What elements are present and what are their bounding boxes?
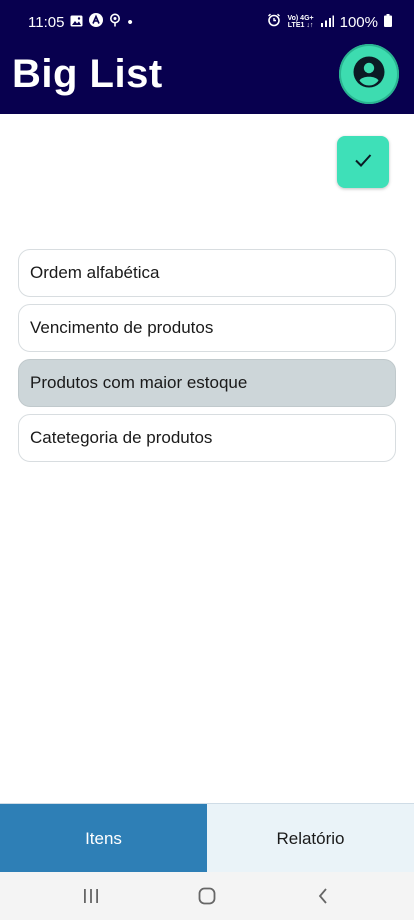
- bottom-nav: Itens Relatório: [0, 803, 414, 873]
- status-dot: •: [127, 13, 133, 31]
- recents-icon[interactable]: [79, 884, 103, 908]
- battery-text: 100%: [339, 13, 378, 31]
- system-navigation-bar: [0, 872, 414, 920]
- signal-icon: [320, 14, 334, 31]
- tab-relatorio[interactable]: Relatório: [207, 804, 414, 873]
- profile-button[interactable]: [339, 44, 399, 104]
- network-indicator: Vo) 4G+ LTE1 ↓↑: [287, 15, 313, 29]
- home-icon[interactable]: [195, 884, 219, 908]
- check-icon: [352, 149, 374, 176]
- app-title: Big List: [12, 52, 163, 96]
- status-right: Vo) 4G+ LTE1 ↓↑ 100%: [267, 13, 392, 31]
- sort-option-label: Ordem alfabética: [30, 263, 160, 282]
- gallery-icon: [70, 14, 83, 31]
- sort-option-label: Vencimento de produtos: [30, 318, 214, 337]
- sort-option-category[interactable]: Catetegoria de produtos: [18, 414, 396, 462]
- back-icon[interactable]: [311, 884, 335, 908]
- sort-options-list: Ordem alfabética Vencimento de produtos …: [18, 249, 396, 469]
- location-icon: [109, 13, 121, 31]
- app-a-icon: [89, 13, 104, 31]
- sort-option-label: Catetegoria de produtos: [30, 428, 213, 447]
- network-bottom-text: LTE1 ↓↑: [287, 22, 314, 29]
- tab-label: Relatório: [276, 828, 345, 848]
- status-time: 11:05: [28, 13, 65, 31]
- battery-icon: [384, 13, 392, 31]
- status-left: 11:05 •: [28, 13, 133, 31]
- sort-option-expiration[interactable]: Vencimento de produtos: [18, 304, 396, 352]
- status-bar: 11:05 • Vo) 4G+ LTE1 ↓↑ 100%: [0, 0, 414, 44]
- sort-option-label: Produtos com maior estoque: [30, 373, 248, 392]
- tab-label: Itens: [85, 828, 122, 848]
- tab-itens[interactable]: Itens: [0, 804, 207, 873]
- account-circle-icon: [352, 55, 386, 94]
- sort-option-highest-stock[interactable]: Produtos com maior estoque: [18, 359, 396, 407]
- sort-option-alphabetical[interactable]: Ordem alfabética: [18, 249, 396, 297]
- alarm-icon: [267, 13, 281, 31]
- confirm-button[interactable]: [337, 136, 389, 188]
- app-header: 11:05 • Vo) 4G+ LTE1 ↓↑ 100% Big List: [0, 0, 414, 114]
- network-top-text: Vo) 4G+: [287, 15, 314, 22]
